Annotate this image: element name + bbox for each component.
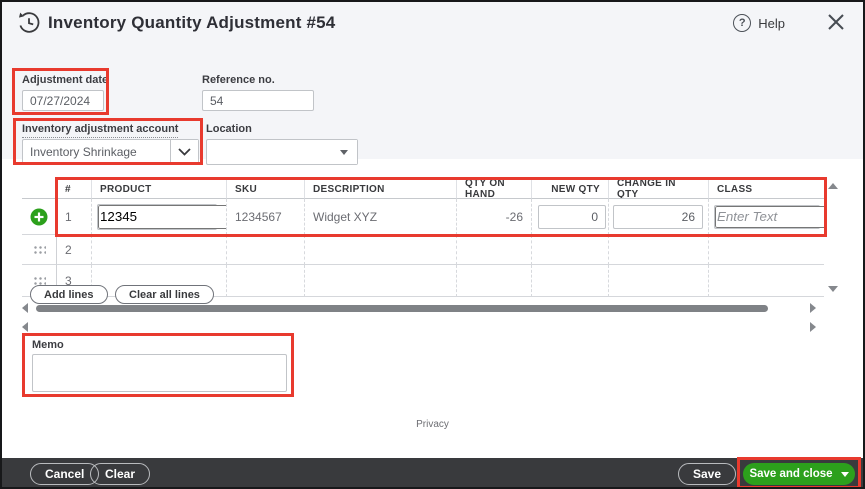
scroll-left-icon[interactable] [22,322,28,332]
new-qty-input[interactable] [538,204,606,229]
col-header-change-in-qty: CHANGE IN QTY [609,179,709,199]
drag-handle-icon[interactable] [32,245,46,254]
save-and-close-label: Save and close [749,468,833,480]
col-header-qty-on-hand: QTY ON HAND [457,179,532,199]
location-caret-icon[interactable] [331,140,357,164]
class-select[interactable] [714,204,824,229]
row3-sku-cell[interactable] [227,265,305,297]
row1-gutter [22,199,57,235]
reference-no-input[interactable] [202,90,314,111]
row1-description: Widget XYZ [305,199,457,235]
row1-num: 1 [57,199,92,235]
help-icon: ? [733,14,752,32]
col-header-new-qty: NEW QTY [532,179,609,199]
row3-change-in-qty-cell[interactable] [609,265,709,297]
form-panel: Inventory Quantity Adjustment #54 ? Help… [2,2,863,165]
history-icon[interactable] [17,11,41,35]
row1-change-in-qty-cell [609,199,709,235]
row3-description-cell[interactable] [305,265,457,297]
chevron-down-icon[interactable] [170,140,198,164]
adjustment-date-input[interactable] [22,90,104,111]
row2-description-cell[interactable] [305,235,457,265]
row2-qty-on-hand-cell[interactable] [457,235,532,265]
row2-class-cell[interactable] [709,235,824,265]
row2-gutter [22,235,57,265]
scroll-right-icon[interactable] [810,303,816,313]
save-options-caret-icon[interactable] [840,471,849,477]
col-header-num: # [57,179,92,199]
help-label: Help [758,15,785,31]
row3-class-cell[interactable] [709,265,824,297]
table-row: 2 [22,235,824,265]
gutter-header-cell [22,179,57,199]
row2-num: 2 [57,235,92,265]
col-header-description: DESCRIPTION [305,179,457,199]
inventory-adjustment-account-value[interactable] [23,140,170,164]
save-and-close-button[interactable]: Save and close [743,463,855,485]
inventory-adjustment-account-select[interactable] [22,139,199,165]
row3-new-qty-cell[interactable] [532,265,609,297]
cancel-button[interactable]: Cancel [30,463,100,485]
row1-product-cell [92,199,227,235]
change-in-qty-input[interactable] [613,204,703,229]
scroll-up-icon[interactable] [828,183,838,189]
add-lines-button[interactable]: Add lines [30,285,108,304]
memo-label: Memo [32,339,64,351]
privacy-link[interactable]: Privacy [2,419,863,430]
location-select[interactable] [206,139,358,165]
col-header-sku: SKU [227,179,305,199]
scroll-right-icon[interactable] [810,322,816,332]
scroll-down-icon[interactable] [828,286,838,292]
row1-new-qty-cell [532,199,609,235]
horizontal-scrollbar-thumb[interactable] [36,305,768,312]
clear-button[interactable]: Clear [90,463,151,485]
memo-textarea[interactable] [32,354,287,392]
row2-change-in-qty-cell[interactable] [609,235,709,265]
scroll-left-icon[interactable] [22,303,28,313]
row1-qty-on-hand: -26 [457,199,532,235]
row1-class-cell [709,199,824,235]
row2-product-cell[interactable] [92,235,227,265]
row3-qty-on-hand-cell[interactable] [457,265,532,297]
row2-new-qty-cell[interactable] [532,235,609,265]
drag-handle-icon[interactable] [32,276,46,285]
close-icon[interactable] [825,11,847,33]
class-input[interactable] [715,205,824,228]
col-header-product: PRODUCT [92,179,227,199]
adjustment-date-label: Adjustment date [22,74,109,86]
page-title: Inventory Quantity Adjustment #54 [48,13,336,32]
row2-sku-cell[interactable] [227,235,305,265]
reference-no-label: Reference no. [202,74,275,86]
save-button[interactable]: Save [678,463,737,485]
table-row: 1 1234567 Widget XYZ -26 [22,199,824,235]
inventory-adjustment-account-label: Inventory adjustment account [22,123,179,138]
clear-all-lines-button[interactable]: Clear all lines [115,285,214,304]
col-header-class: CLASS [709,179,824,199]
line-items-table: # PRODUCT SKU DESCRIPTION QTY ON HAND NE… [22,179,824,297]
location-value[interactable] [207,140,331,164]
table-header-row: # PRODUCT SKU DESCRIPTION QTY ON HAND NE… [22,179,824,199]
help-button[interactable]: ? Help [733,14,785,32]
row1-sku: 1234567 [227,199,305,235]
inventory-adjustment-dialog: Inventory Quantity Adjustment #54 ? Help… [0,0,865,489]
location-label: Location [206,123,252,135]
product-select[interactable] [97,203,226,230]
add-row-icon[interactable] [30,208,48,226]
product-value[interactable] [98,204,226,229]
